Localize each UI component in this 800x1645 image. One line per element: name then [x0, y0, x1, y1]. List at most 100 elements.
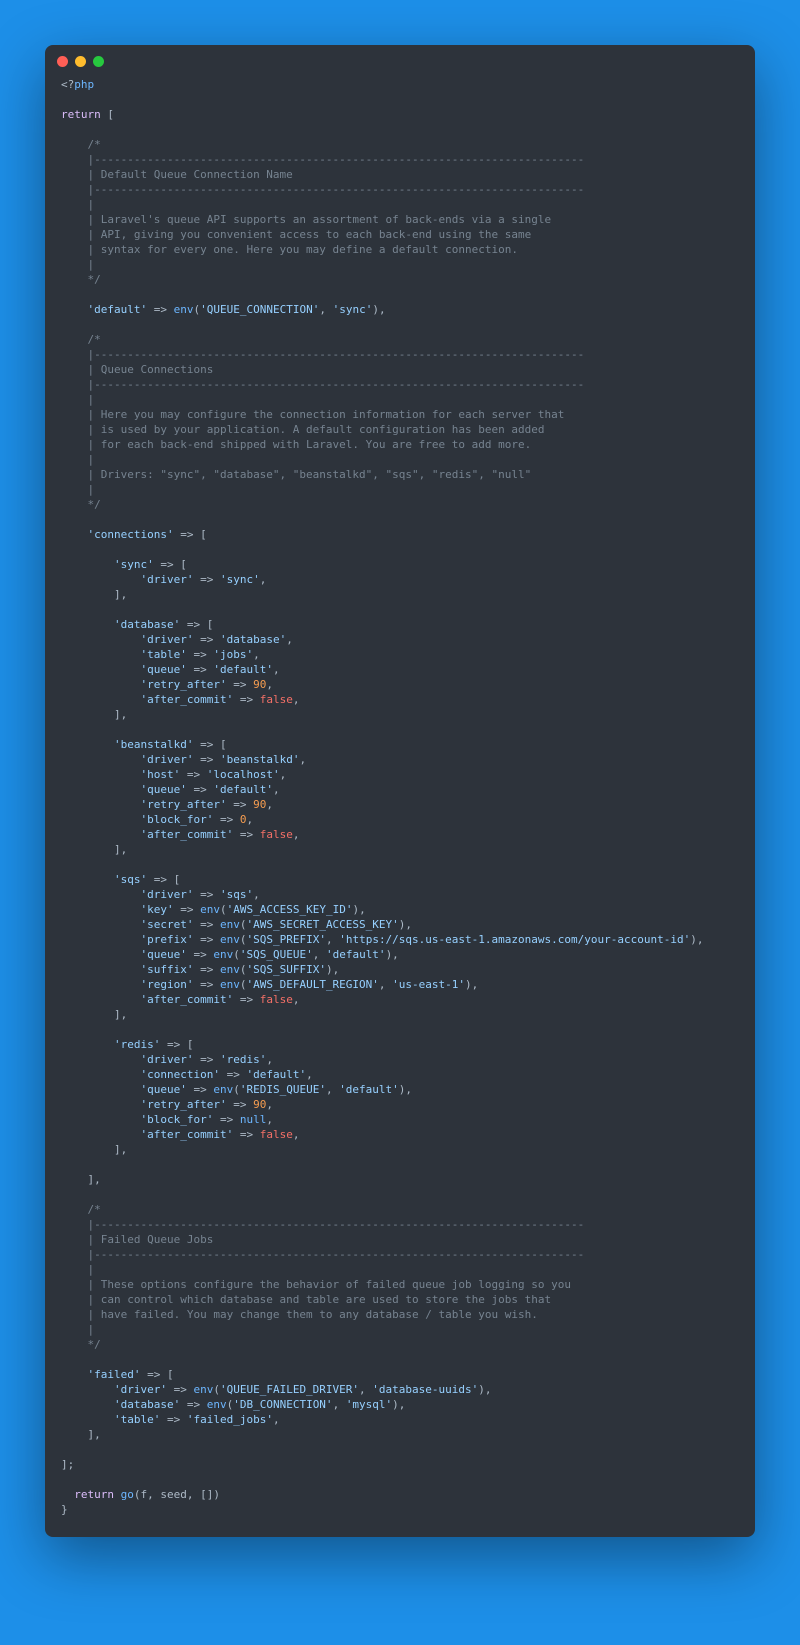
comment: | for each back-end shipped with Laravel…: [88, 438, 532, 451]
host-key: 'host': [140, 768, 180, 781]
bs-host: 'localhost': [207, 768, 280, 781]
suffix-key: 'suffix': [140, 963, 193, 976]
comment: |: [88, 393, 95, 406]
comment: | is used by your application. A default…: [88, 423, 545, 436]
comment: | Failed Queue Jobs: [88, 1233, 214, 1246]
retry-key: 'retry_after': [140, 678, 226, 691]
stray-args: (f, seed, []): [134, 1488, 220, 1501]
comment: | Drivers: "sync", "database", "beanstal…: [88, 468, 532, 481]
key-key: 'key': [140, 903, 173, 916]
comment: /*: [88, 1203, 101, 1216]
comment: |: [88, 453, 95, 466]
key-default: 'default': [88, 303, 148, 316]
comment: | Queue Connections: [88, 363, 214, 376]
code-block: <?php return [ /* |---------------------…: [45, 73, 755, 1537]
env-fn: env: [174, 303, 194, 316]
kw-return: return: [61, 108, 101, 121]
comment: /*: [88, 138, 101, 151]
sqs-region-def: 'us-east-1': [392, 978, 465, 991]
num-90: 90: [253, 678, 266, 691]
kw-null: null: [240, 1113, 267, 1126]
bs-queue: 'default': [213, 783, 273, 796]
sqs-driver: 'sqs': [220, 888, 253, 901]
comment: |---------------------------------------…: [88, 1218, 585, 1231]
sqs-name: 'sqs': [114, 873, 147, 886]
block-for-key: 'block_for': [140, 813, 213, 826]
sqs-secret-env: 'AWS_SECRET_ACCESS_KEY': [246, 918, 398, 931]
comment: | can control which database and table a…: [88, 1293, 552, 1306]
table-key: 'table': [140, 648, 186, 661]
failed-table: 'failed_jobs': [187, 1413, 273, 1426]
stray-return: return: [74, 1488, 114, 1501]
comment: |: [88, 483, 95, 496]
connection-key: 'connection': [140, 1068, 219, 1081]
queue-key: 'queue': [140, 663, 186, 676]
bool-false: false: [260, 693, 293, 706]
bs-name: 'beanstalkd': [114, 738, 193, 751]
db-driver: 'database': [220, 633, 286, 646]
comment: |---------------------------------------…: [88, 183, 585, 196]
stray-go: go: [121, 1488, 134, 1501]
comment: */: [88, 1338, 101, 1351]
titlebar: [45, 45, 755, 73]
comment: | These options configure the behavior o…: [88, 1278, 571, 1291]
sqs-key-env: 'AWS_ACCESS_KEY_ID': [227, 903, 353, 916]
comment: | Default Queue Connection Name: [88, 168, 293, 181]
comment: |---------------------------------------…: [88, 378, 585, 391]
comment: | have failed. You may change them to an…: [88, 1308, 538, 1321]
comment: */: [88, 498, 101, 511]
sqs-queue-def: 'default': [326, 948, 386, 961]
comment: |---------------------------------------…: [88, 348, 585, 361]
close: ],: [114, 588, 127, 601]
driver-key: 'driver': [140, 573, 193, 586]
end-bracket: ];: [61, 1458, 74, 1471]
redis-queue-def: 'default': [339, 1083, 399, 1096]
sqs-suffix-env: 'SQS_SUFFIX': [246, 963, 325, 976]
comment: |: [88, 1263, 95, 1276]
failed-db-def: 'mysql': [346, 1398, 392, 1411]
failed-driver-env: 'QUEUE_FAILED_DRIVER': [220, 1383, 359, 1396]
minimize-icon[interactable]: [75, 56, 86, 67]
db-name: 'database': [114, 618, 180, 631]
comment: |: [88, 198, 95, 211]
code-window: <?php return [ /* |---------------------…: [45, 45, 755, 1537]
comment: /*: [88, 333, 101, 346]
num-0: 0: [240, 813, 247, 826]
comment: |: [88, 1323, 95, 1336]
comment: |: [88, 258, 95, 271]
prefix-key: 'prefix': [140, 933, 193, 946]
php-open: <?: [61, 78, 74, 91]
redis-name: 'redis': [114, 1038, 160, 1051]
php-lang: php: [74, 78, 94, 91]
comment: | Here you may configure the connection …: [88, 408, 565, 421]
sqs-prefix-env: 'SQS_PREFIX': [246, 933, 325, 946]
sqs-prefix-def: 'https://sqs.us-east-1.amazonaws.com/you…: [339, 933, 690, 946]
redis-driver: 'redis': [220, 1053, 266, 1066]
close: ],: [88, 1173, 101, 1186]
sqs-region-env: 'AWS_DEFAULT_REGION': [246, 978, 378, 991]
sync-driver: 'sync': [220, 573, 260, 586]
env-v: 'sync': [333, 303, 373, 316]
failed-key: 'failed': [88, 1368, 141, 1381]
comment: | syntax for every one. Here you may def…: [88, 243, 518, 256]
comment: | API, giving you convenient access to e…: [88, 228, 532, 241]
sync-name: 'sync': [114, 558, 154, 571]
close-icon[interactable]: [57, 56, 68, 67]
failed-db-env: 'DB_CONNECTION': [233, 1398, 332, 1411]
comment: | Laravel's queue API supports an assort…: [88, 213, 552, 226]
sqs-queue-env: 'SQS_QUEUE': [240, 948, 313, 961]
after-commit-key: 'after_commit': [140, 693, 233, 706]
maximize-icon[interactable]: [93, 56, 104, 67]
comment: |---------------------------------------…: [88, 1248, 585, 1261]
secret-key: 'secret': [140, 918, 193, 931]
comment: */: [88, 273, 101, 286]
key-connections: 'connections': [88, 528, 174, 541]
bracket: [: [200, 528, 207, 541]
env-k: 'QUEUE_CONNECTION': [200, 303, 319, 316]
region-key: 'region': [140, 978, 193, 991]
bs-driver: 'beanstalkd': [220, 753, 299, 766]
failed-driver-def: 'database-uuids': [372, 1383, 478, 1396]
db-table: 'jobs': [213, 648, 253, 661]
redis-conn-v: 'default': [246, 1068, 306, 1081]
redis-queue-env: 'REDIS_QUEUE': [240, 1083, 326, 1096]
